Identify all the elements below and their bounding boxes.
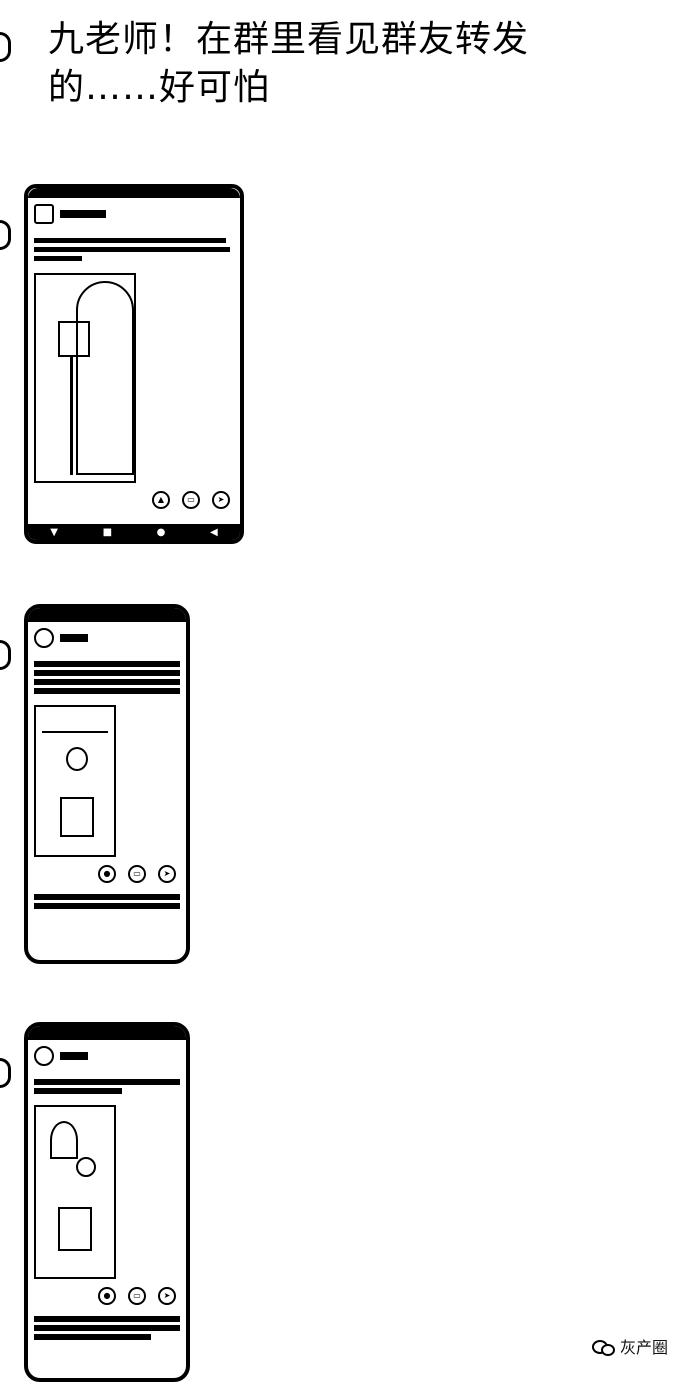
author-name-redacted — [60, 634, 88, 642]
comment-icon[interactable]: ▭ — [182, 491, 200, 509]
like-icon[interactable]: ● — [98, 1287, 116, 1305]
post-header — [28, 198, 240, 230]
photo-figure — [66, 747, 88, 771]
left-edge-mark — [0, 1058, 11, 1088]
photo-body — [60, 797, 94, 837]
nav-back-icon[interactable]: ◀ — [210, 527, 218, 538]
post-actions: ● ▭ ➤ — [28, 861, 186, 887]
photo-stick — [70, 355, 75, 475]
post-photo — [34, 1105, 116, 1279]
status-bar — [28, 188, 240, 198]
post-actions: ▲ ▭ ➤ — [28, 487, 240, 513]
post-text-redacted — [28, 230, 240, 269]
comment-text-redacted — [28, 887, 186, 916]
like-icon[interactable]: ▲ — [152, 491, 170, 509]
photo-figure — [50, 1121, 78, 1159]
nav-square-icon[interactable]: ■ — [103, 527, 112, 538]
post-header — [28, 622, 186, 654]
like-icon[interactable]: ● — [98, 865, 116, 883]
share-icon[interactable]: ➤ — [212, 491, 230, 509]
avatar — [34, 204, 54, 224]
screenshot-3: ● ▭ ➤ — [24, 1022, 190, 1382]
left-edge-mark — [0, 32, 11, 62]
avatar — [34, 628, 54, 648]
share-icon[interactable]: ➤ — [158, 865, 176, 883]
author-name-redacted — [60, 210, 106, 218]
post-text-redacted — [28, 654, 186, 701]
author-name-redacted — [60, 1052, 88, 1060]
comment-text-redacted — [28, 1309, 186, 1347]
comment-icon[interactable]: ▭ — [128, 1287, 146, 1305]
screenshot-1: ▲ ▭ ➤ ▼ ■ ● ◀ — [24, 184, 244, 544]
photo-body — [58, 1207, 92, 1251]
screenshot-2: ● ▭ ➤ — [24, 604, 190, 964]
post-photo — [34, 273, 136, 483]
post-photo — [34, 705, 116, 857]
status-bar — [28, 608, 186, 622]
left-edge-mark — [0, 220, 11, 250]
nav-home-icon[interactable]: ▼ — [50, 527, 58, 538]
comment-icon[interactable]: ▭ — [128, 865, 146, 883]
nav-circle-icon[interactable]: ● — [157, 527, 166, 538]
photo-shelf — [42, 717, 108, 733]
photo-head — [76, 1157, 96, 1177]
post-text-redacted — [28, 1072, 186, 1101]
watermark: 灰产圈 — [591, 1334, 668, 1358]
post-title: 九老师！在群里看见群友转发 的……好可怕 — [48, 19, 530, 108]
photo-shape — [76, 281, 134, 475]
left-edge-mark — [0, 640, 11, 670]
share-icon[interactable]: ➤ — [158, 1287, 176, 1305]
avatar — [34, 1046, 54, 1066]
wechat-icon — [591, 1338, 615, 1356]
post-actions: ● ▭ ➤ — [28, 1283, 186, 1309]
bottom-nav: ▼ ■ ● ◀ — [28, 524, 240, 540]
watermark-label: 灰产圈 — [619, 1338, 668, 1357]
status-bar — [28, 1026, 186, 1040]
post-header — [28, 1040, 186, 1072]
